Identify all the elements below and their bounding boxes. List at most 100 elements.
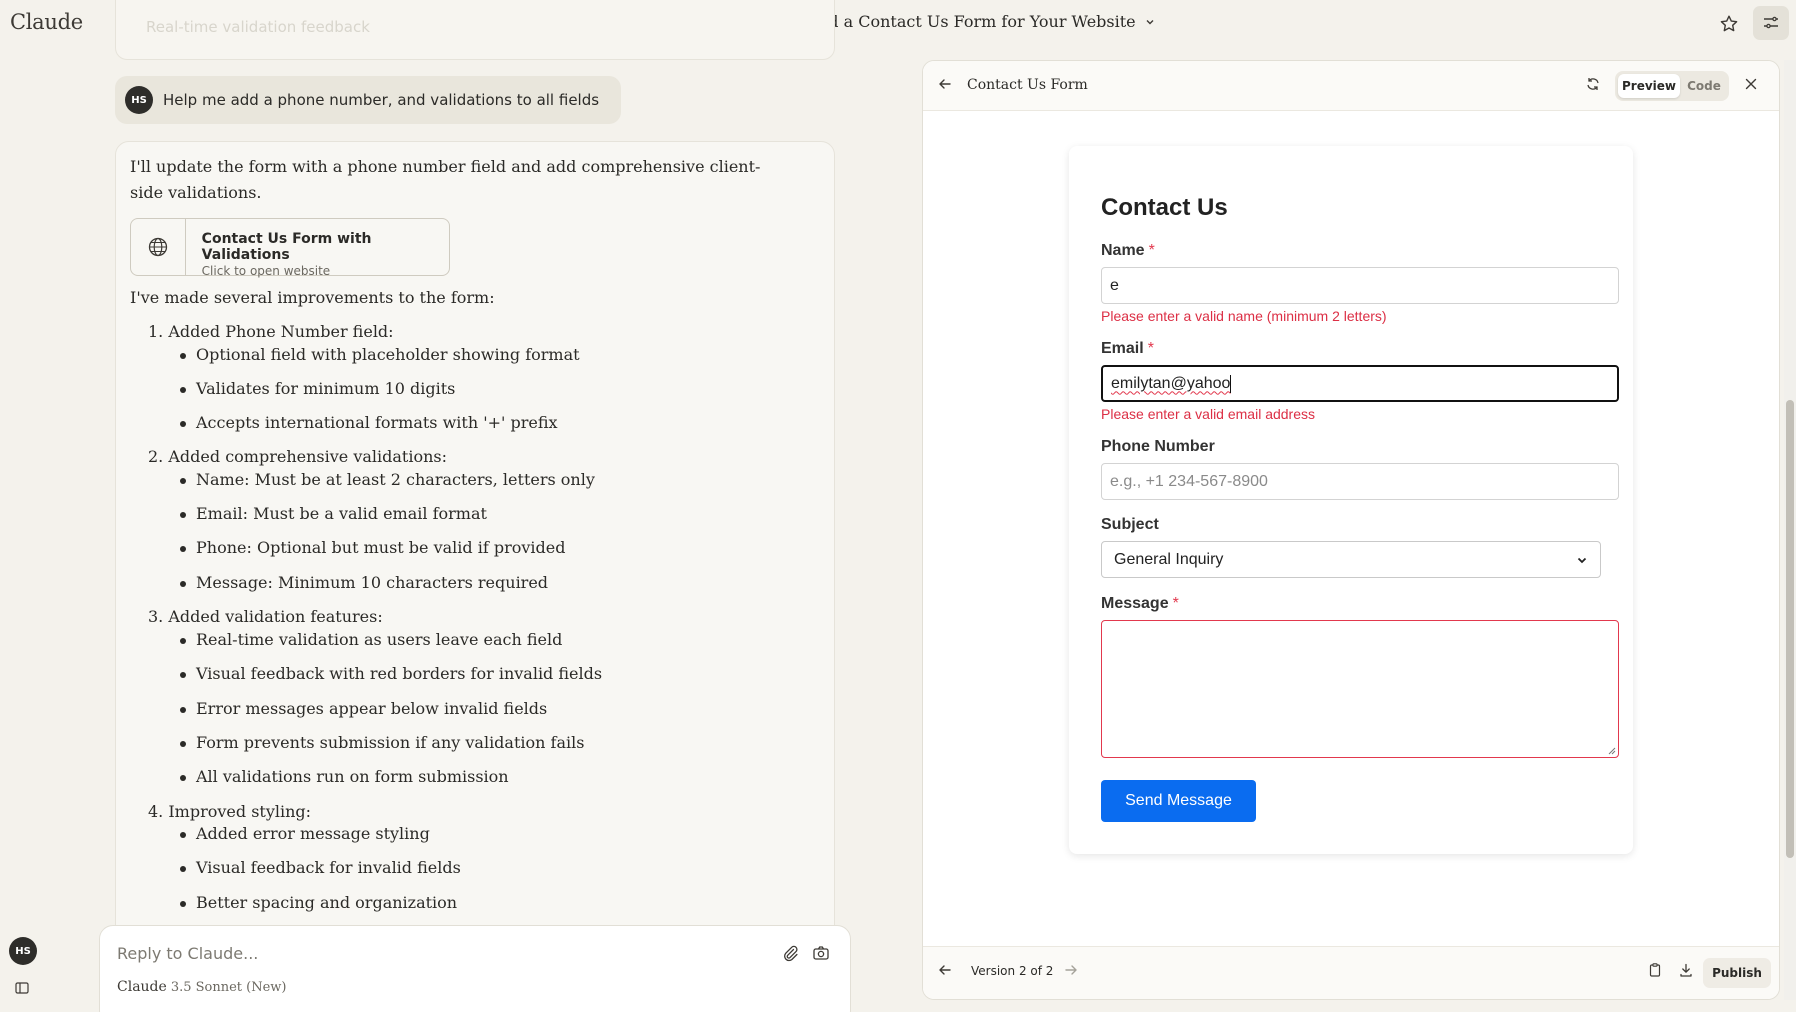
previous-message-faded-text: Real-time validation feedback <box>146 18 370 36</box>
previous-message-card: Real-time validation feedback <box>115 0 835 60</box>
user-message: HS Help me add a phone number, and valid… <box>115 76 622 124</box>
next-version-button[interactable] <box>1063 962 1079 982</box>
artifact-title: Contact Us Form with Validations <box>201 231 372 263</box>
list-item: Better spacing and organization <box>179 893 458 912</box>
email-label: Email * <box>1101 340 1154 358</box>
artifact-icon-box <box>131 219 186 275</box>
list-item: Error messages appear below invalid fiel… <box>179 699 548 718</box>
message-label-text: Message <box>1101 595 1169 612</box>
avatar: HS <box>125 86 153 114</box>
tab-code[interactable]: Code <box>1681 74 1727 98</box>
list-item: Phone: Optional but must be valid if pro… <box>180 538 566 557</box>
publish-button[interactable]: Publish <box>1703 958 1771 988</box>
sidebar-icon <box>15 982 29 994</box>
previous-version-button[interactable] <box>937 962 953 982</box>
refresh-icon <box>1587 78 1599 90</box>
contact-form-card: Contact Us Name * e Please enter a valid … <box>1069 146 1633 854</box>
close-panel-button[interactable] <box>1743 76 1759 96</box>
conversation-title: Build a Contact Us Form for Your Website <box>796 12 1136 31</box>
list-item: Real-time validation as users leave each… <box>179 630 563 649</box>
email-label-text: Email <box>1101 340 1144 357</box>
list-item: Validates for minimum 10 digits <box>179 379 456 398</box>
screenshot-button[interactable] <box>812 944 830 966</box>
name-label-text: Name <box>1101 242 1145 259</box>
phone-label: Phone Number <box>1101 438 1215 455</box>
text-caret <box>1230 374 1232 393</box>
reply-input[interactable]: Reply to Claude... <box>117 944 258 963</box>
version-indicator: Version 2 of 2 <box>971 964 1054 978</box>
reply-intro: I'll update the form with a phone number… <box>130 157 761 202</box>
list-item: Form prevents submission if any validati… <box>179 733 585 752</box>
subject-label: Subject <box>1101 516 1159 533</box>
scrollbar-thumb[interactable] <box>1786 400 1794 858</box>
name-field[interactable]: e <box>1101 267 1619 304</box>
artifact-panel: Contact Us Form Preview Code Contact Us … <box>922 60 1780 1000</box>
subject-selected-value: General Inquiry <box>1114 550 1224 568</box>
reply-composer[interactable]: Reply to Claude... Claude 3.5 Sonnet (New… <box>99 925 851 1012</box>
subject-select[interactable]: General Inquiry <box>1101 541 1601 578</box>
brand-logo[interactable]: Claude <box>10 10 83 34</box>
paperclip-icon <box>784 945 798 962</box>
model-name: Claude <box>117 979 167 995</box>
attach-button[interactable] <box>781 944 799 966</box>
artifact-open-button[interactable]: Contact Us Form with Validations Click t… <box>130 218 450 278</box>
list-item: All validations run on form submission <box>180 767 509 786</box>
phone-field-placeholder: e.g., +1 234-567-8900 <box>1110 472 1268 490</box>
required-marker: * <box>1148 242 1155 259</box>
name-error: Please enter a valid name (minimum 2 let… <box>1101 308 1387 324</box>
list-item: Email: Must be a valid email format <box>180 504 487 523</box>
send-message-button[interactable]: Send Message <box>1101 780 1256 822</box>
star-button[interactable] <box>1715 10 1743 38</box>
list-item: Visual feedback with red borders for inv… <box>179 664 603 683</box>
assistant-reply: I'll update the form with a phone number… <box>115 141 835 941</box>
tab-preview[interactable]: Preview <box>1618 74 1680 98</box>
camera-icon <box>813 946 829 960</box>
section-heading: 3. Added validation features: <box>148 607 383 626</box>
refresh-button[interactable] <box>1585 76 1601 96</box>
globe-icon <box>148 237 167 257</box>
download-button[interactable] <box>1678 962 1694 982</box>
section-heading: 4. Improved styling: <box>148 802 312 821</box>
arrow-left-icon <box>939 79 951 89</box>
chevron-down-icon <box>1146 19 1154 24</box>
email-field-value: emilytan@yahoo <box>1111 374 1231 392</box>
artifact-panel-header: Contact Us Form Preview Code <box>923 61 1779 111</box>
improvements-intro: I've made several improvements to the fo… <box>130 288 495 307</box>
name-label: Name * <box>1101 242 1155 260</box>
section-heading: 2. Added comprehensive validations: <box>148 447 447 466</box>
model-version: 3.5 Sonnet (New) <box>170 980 287 995</box>
name-field-value: e <box>1110 276 1119 294</box>
view-toggle: Preview Code <box>1615 71 1729 101</box>
artifact-panel-title: Contact Us Form <box>967 77 1088 93</box>
back-button[interactable] <box>937 76 953 96</box>
section-heading: 1. Added Phone Number field: <box>148 322 394 341</box>
list-item: Added error message styling <box>180 824 430 843</box>
resize-handle-icon[interactable] <box>1606 745 1616 755</box>
download-icon <box>1680 963 1692 977</box>
arrow-right-icon <box>1065 965 1077 975</box>
message-field[interactable] <box>1101 620 1619 758</box>
sliders-icon <box>1764 16 1778 29</box>
required-marker: * <box>1172 595 1179 612</box>
settings-button[interactable] <box>1753 6 1789 40</box>
user-avatar[interactable]: HS <box>9 937 37 965</box>
copy-button[interactable] <box>1647 962 1663 982</box>
model-selector[interactable]: Claude 3.5 Sonnet (New) <box>117 979 287 995</box>
list-item: Optional field with placeholder showing … <box>180 345 580 364</box>
list-item: Visual feedback for invalid fields <box>180 858 461 877</box>
artifact-panel-footer: Version 2 of 2 Publish <box>923 946 1779 999</box>
star-icon <box>1720 15 1738 32</box>
email-error: Please enter a valid email address <box>1101 406 1316 422</box>
sidebar-toggle-button[interactable] <box>14 980 30 1000</box>
list-item: Message: Minimum 10 characters required <box>179 573 549 592</box>
required-marker: * <box>1147 340 1154 357</box>
close-icon <box>1745 78 1757 90</box>
list-item: Accepts international formats with '+' p… <box>180 413 558 432</box>
form-title: Contact Us <box>1101 194 1228 221</box>
list-item: Name: Must be at least 2 characters, let… <box>180 470 595 489</box>
chevron-down-icon <box>1577 557 1587 563</box>
email-field[interactable]: emilytan@yahoo <box>1101 365 1619 402</box>
user-message-text: Help me add a phone number, and validati… <box>163 91 600 109</box>
artifact-subtitle: Click to open website <box>201 264 331 278</box>
phone-field[interactable]: e.g., +1 234-567-8900 <box>1101 463 1619 500</box>
